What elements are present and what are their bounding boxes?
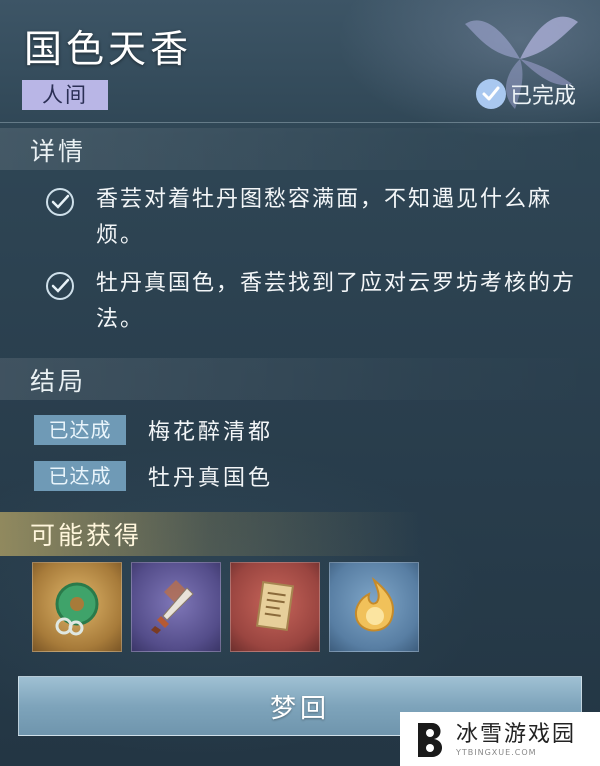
detail-item: 香芸对着牡丹图愁容满面，不知遇见什么麻烦。	[44, 182, 584, 254]
dagger-icon	[151, 580, 194, 634]
detail-text: 香芸对着牡丹图愁容满面，不知遇见什么麻烦。	[96, 187, 553, 248]
ending-name: 梅花醉清都	[148, 420, 274, 445]
endings-header: 结局	[30, 367, 87, 396]
realm-tag: 人间	[22, 80, 108, 110]
detail-text: 牡丹真国色，香芸找到了应对云罗坊考核的方法。	[96, 271, 577, 332]
completion-status: 已完成	[475, 78, 576, 110]
divider	[0, 122, 600, 123]
ending-item: 已达成 牡丹真国色	[34, 460, 273, 492]
check-icon	[46, 188, 74, 216]
details-header-bar	[0, 128, 600, 170]
document-icon	[255, 580, 295, 632]
reward-item-slot[interactable]	[32, 562, 122, 652]
reward-item-slot[interactable]	[230, 562, 320, 652]
reward-item-slot[interactable]	[131, 562, 221, 652]
quest-title: 国色天香	[24, 27, 193, 71]
site-watermark: 冰雪游戏园 YTBINGXUE.COM	[400, 712, 600, 766]
watermark-url: YTBINGXUE.COM	[456, 747, 537, 757]
endings-header-bar	[0, 358, 600, 400]
jade-pendant-icon	[55, 582, 99, 636]
detail-item: 牡丹真国色，香芸找到了应对云罗坊考核的方法。	[44, 266, 584, 338]
ending-achieved-badge: 已达成	[34, 461, 126, 491]
site-logo-icon	[418, 723, 443, 757]
reward-item-slot[interactable]	[329, 562, 419, 652]
status-label: 已完成	[509, 84, 576, 109]
details-header: 详情	[30, 137, 87, 166]
completed-check-icon	[475, 79, 506, 109]
ending-name: 牡丹真国色	[148, 466, 274, 491]
watermark-name: 冰雪游戏园	[456, 721, 577, 747]
ending-item: 已达成 梅花醉清都	[34, 414, 273, 446]
flame-orb-icon	[355, 576, 394, 632]
check-icon	[46, 272, 74, 300]
rewards-header: 可能获得	[30, 521, 143, 550]
reward-items	[32, 562, 419, 652]
dream-return-label: 梦回	[269, 693, 330, 724]
ending-achieved-badge: 已达成	[34, 415, 126, 445]
